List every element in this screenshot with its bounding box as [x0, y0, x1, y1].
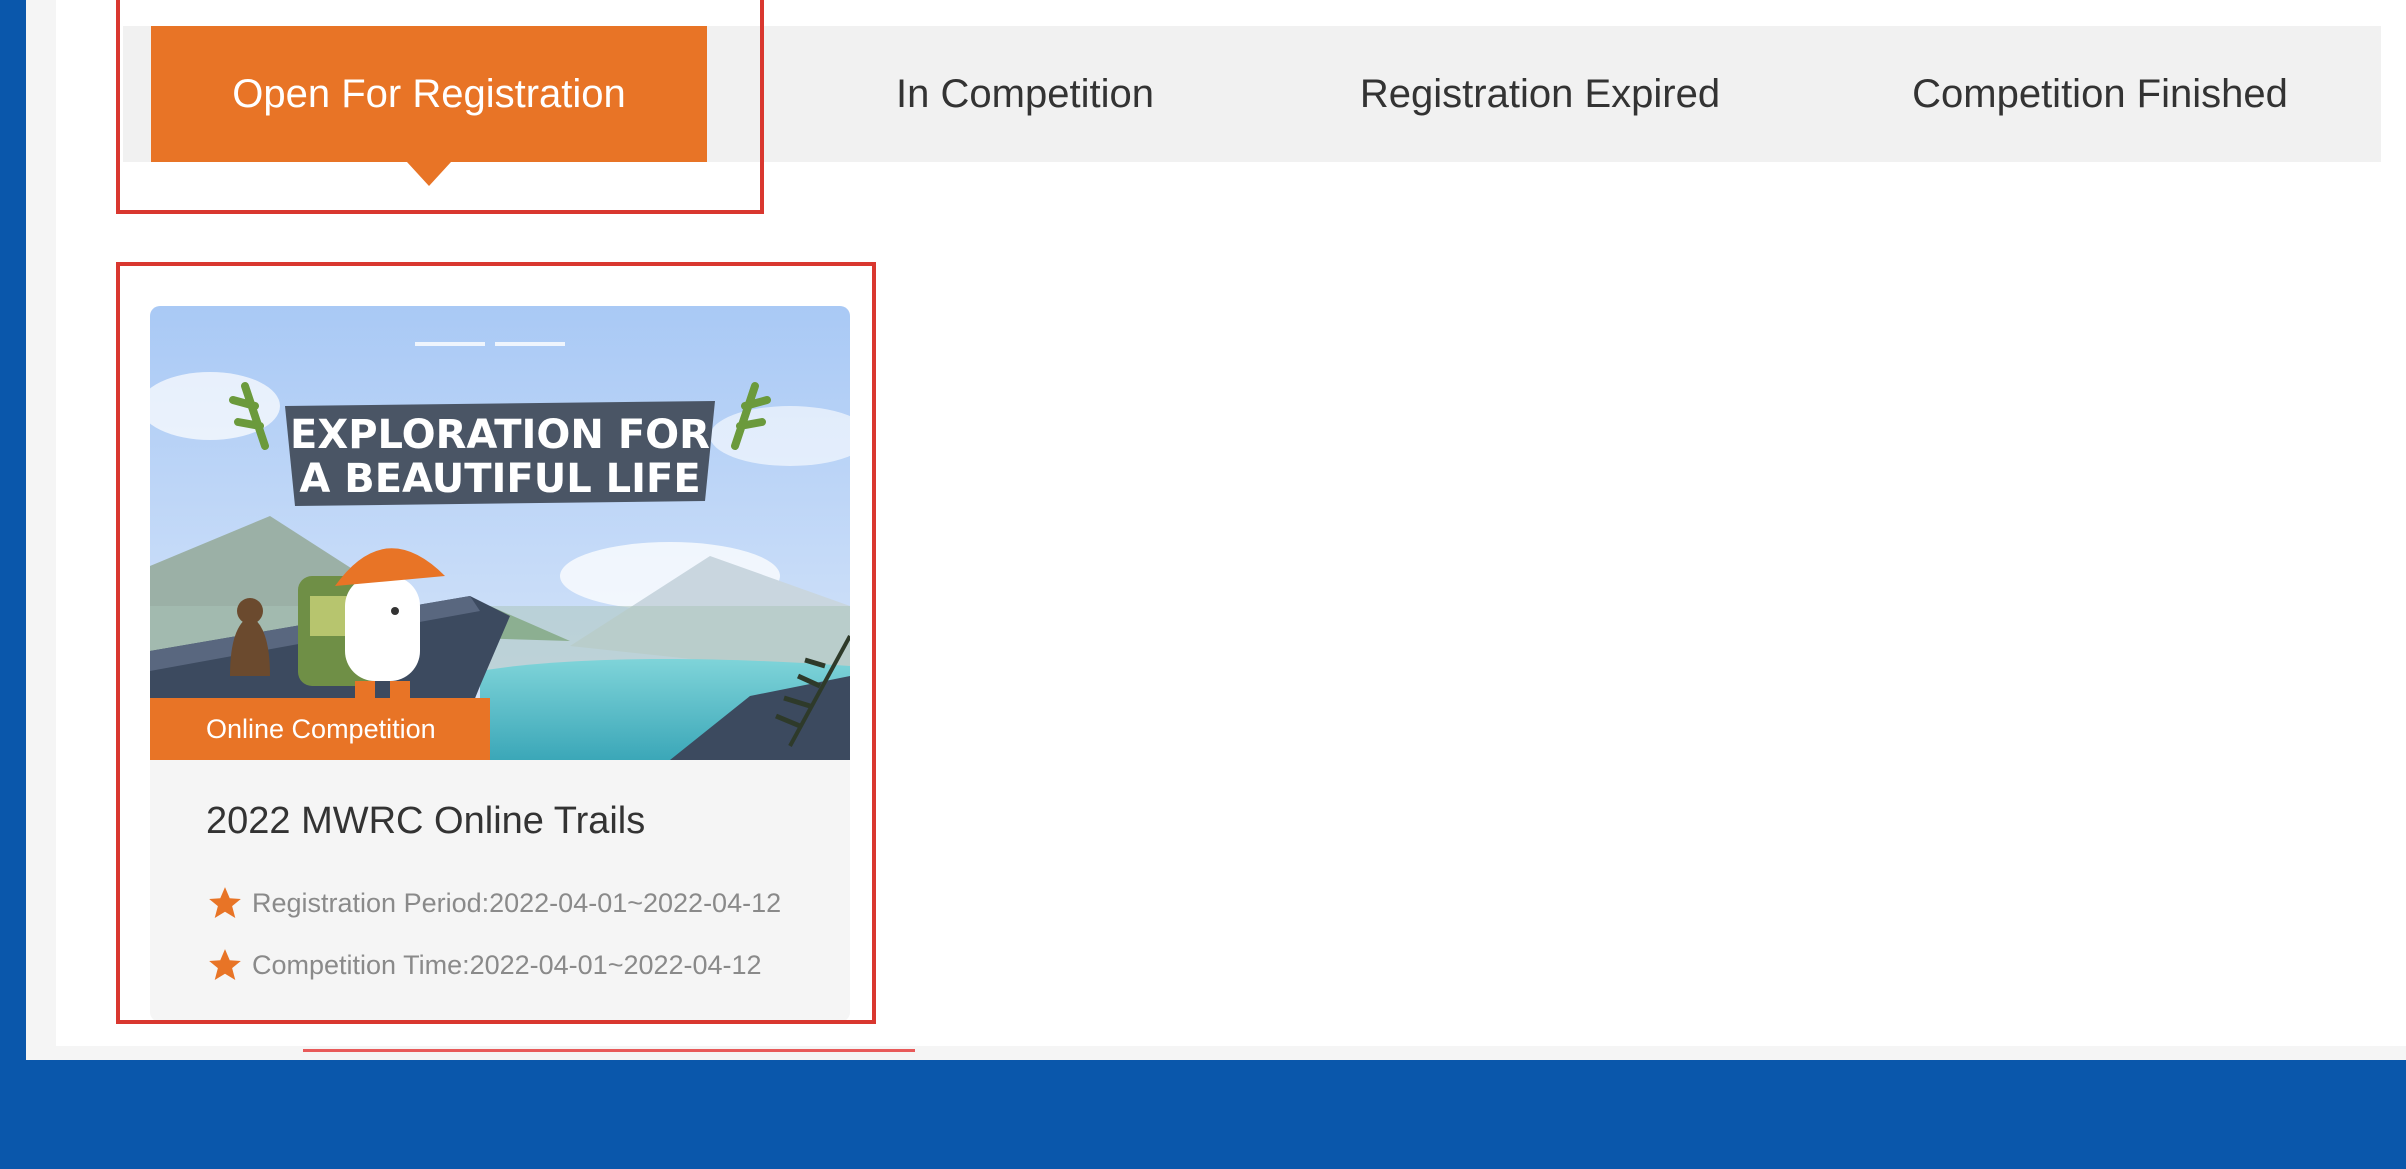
left-frame: [0, 0, 26, 1060]
bottom-frame: [0, 1060, 2406, 1169]
highlight-box-card: [116, 262, 876, 1024]
highlight-box-tab: [116, 0, 764, 214]
tab-registration-expired[interactable]: Registration Expired: [1290, 26, 1790, 162]
pagination-underline: [303, 1049, 915, 1052]
tab-in-competition[interactable]: In Competition: [760, 26, 1290, 162]
tab-competition-finished[interactable]: Competition Finished: [1840, 26, 2360, 162]
